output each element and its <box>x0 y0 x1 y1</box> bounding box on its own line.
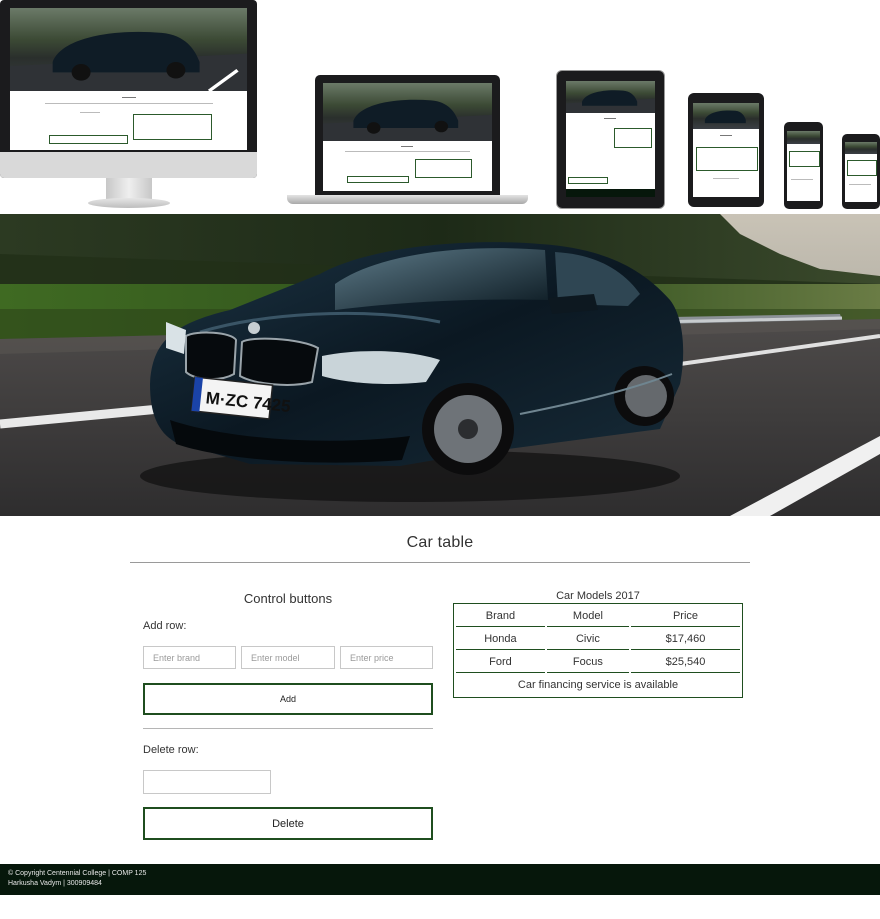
table-caption: Car Models 2017 <box>556 590 640 602</box>
footer-copyright: © Copyright Centennial College | COMP 12… <box>8 870 147 877</box>
header-price: Price <box>630 606 740 627</box>
table-header-row: Brand Model Price <box>456 606 740 627</box>
responsive-mockups <box>0 0 880 214</box>
footer-author: Harkusha Vadym | 300909484 <box>8 880 102 887</box>
tablet-mockup <box>556 70 665 209</box>
header-brand: Brand <box>456 606 545 627</box>
header-model: Model <box>546 606 629 627</box>
table-row: Honda Civic $17,460 <box>456 629 740 650</box>
controls-heading: Control buttons <box>243 591 333 606</box>
section-divider <box>143 728 433 729</box>
cell-brand: Honda <box>456 629 545 650</box>
financing-note: Car financing service is available <box>517 679 679 691</box>
delete-row-label: Delete row: <box>143 744 199 756</box>
add-row-label: Add row: <box>143 620 187 632</box>
cell-brand: Ford <box>456 652 545 673</box>
desktop-monitor-mockup <box>0 0 257 210</box>
cell-model: Focus <box>546 652 629 673</box>
add-button[interactable]: Add <box>143 683 433 715</box>
cell-model: Civic <box>546 629 629 650</box>
car-table: Brand Model Price Honda Civic $17,460 Fo… <box>453 603 743 698</box>
title-divider <box>130 562 750 563</box>
delete-row-input[interactable] <box>143 770 271 794</box>
phone-mockup <box>784 122 823 209</box>
cell-price: $17,460 <box>630 629 740 650</box>
table-row: Ford Focus $25,540 <box>456 652 740 673</box>
laptop-mockup <box>287 75 528 207</box>
table-note-row: Car financing service is available <box>456 675 740 695</box>
model-input[interactable] <box>241 646 335 669</box>
hero-car-image: M·ZC 7425 <box>0 214 880 516</box>
price-input[interactable] <box>340 646 433 669</box>
brand-input[interactable] <box>143 646 236 669</box>
phone-mockup <box>842 134 880 209</box>
cell-price: $25,540 <box>630 652 740 673</box>
small-tablet-mockup <box>688 93 764 207</box>
footer: © Copyright Centennial College | COMP 12… <box>0 864 880 895</box>
delete-button[interactable]: Delete <box>143 807 433 840</box>
page-title: Car table <box>406 534 474 551</box>
